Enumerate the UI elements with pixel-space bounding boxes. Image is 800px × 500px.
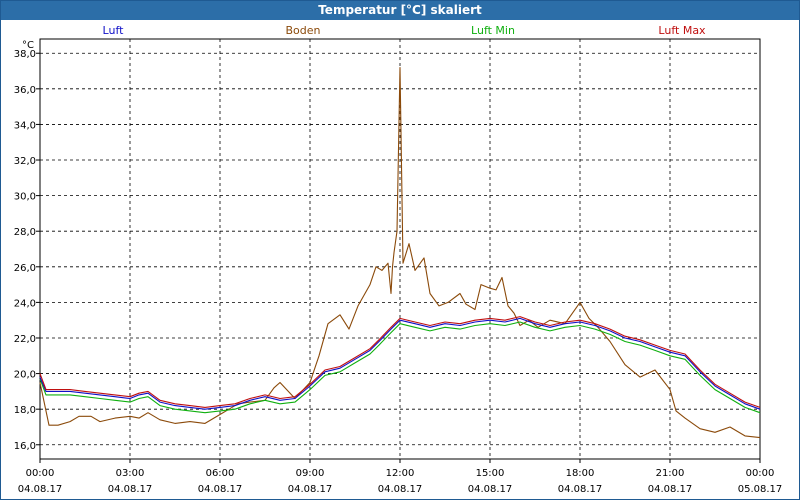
x-tick-time: 03:00 [116, 468, 145, 479]
x-tick-time: 00:00 [746, 468, 775, 479]
x-tick-date: 04.08.17 [108, 484, 153, 495]
x-tick-time: 18:00 [566, 468, 595, 479]
temperature-chart: 16,0 18,0 20,0 22,0 24,0 26,0 28,0 30,0 32,0 34,0… [14, 38, 783, 495]
y-tick-label: 28,0 [14, 227, 36, 238]
y-tick-label: 16,0 [14, 441, 36, 452]
x-tick-date: 04.08.17 [378, 484, 423, 495]
y-tick-label: 34,0 [14, 120, 36, 131]
x-tick-time: 15:00 [476, 468, 505, 479]
y-axis-unit: °C [22, 40, 34, 51]
y-tick-label: 22,0 [14, 334, 36, 345]
y-tick-label: 26,0 [14, 263, 36, 274]
y-tick-label: 20,0 [14, 370, 36, 381]
x-tick-time: 06:00 [206, 468, 235, 479]
y-tick-label: 36,0 [14, 85, 36, 96]
x-tick-date: 04.08.17 [18, 484, 63, 495]
x-tick-date: 05.08.17 [738, 484, 783, 495]
x-tick-time: 12:00 [386, 468, 415, 479]
x-tick-date: 04.08.17 [288, 484, 333, 495]
x-tick-time: 00:00 [26, 468, 55, 479]
x-tick-date: 04.08.17 [198, 484, 243, 495]
y-tick-label: 30,0 [14, 192, 36, 203]
y-tick-label: 18,0 [14, 405, 36, 416]
y-tick-label: 32,0 [14, 156, 36, 167]
x-tick-time: 09:00 [296, 468, 325, 479]
x-tick-date: 04.08.17 [558, 484, 603, 495]
x-tick-date: 04.08.17 [468, 484, 513, 495]
y-tick-label: 24,0 [14, 298, 36, 309]
x-tick-time: 21:00 [656, 468, 685, 479]
x-tick-date: 04.08.17 [648, 484, 693, 495]
